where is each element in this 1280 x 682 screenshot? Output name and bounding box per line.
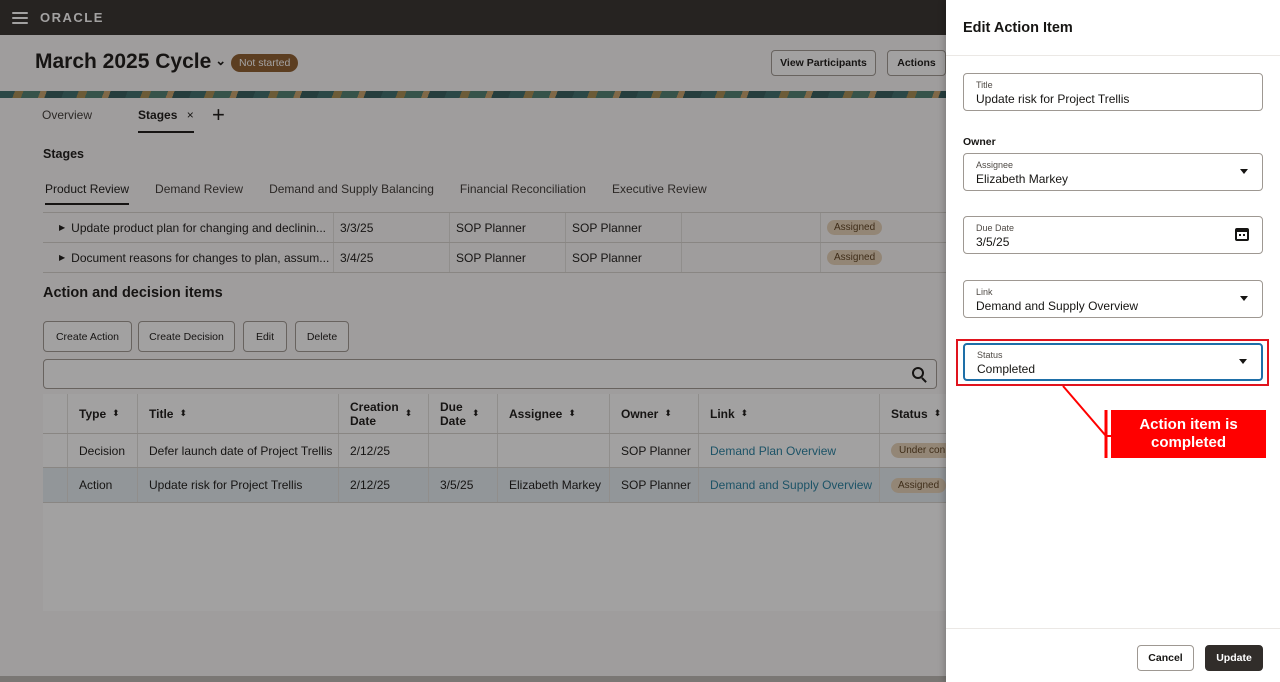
callout-connector [1062, 385, 1111, 458]
callout-label: Action item is completed [1111, 410, 1266, 458]
callout-line2: completed [1150, 434, 1226, 451]
callout-line1: Action item is [1139, 416, 1238, 433]
